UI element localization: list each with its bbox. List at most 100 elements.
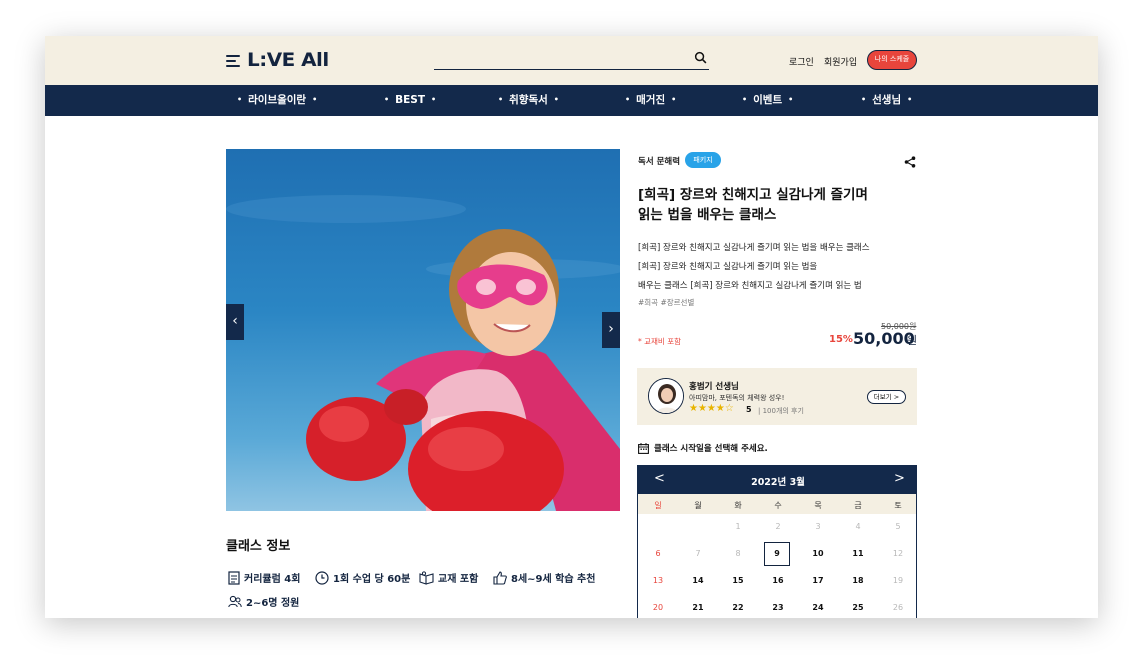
calendar-day: 1	[735, 522, 741, 531]
calendar-day[interactable]: 25	[838, 603, 878, 612]
weekday-label: 토	[894, 501, 902, 510]
calendar-day[interactable]: 24	[798, 603, 838, 612]
next-image-button[interactable]: ›	[602, 312, 620, 348]
sale-price: 50,000	[853, 329, 915, 348]
product-title-line1: [희곡] 장르와 친해지고 실감나게 즐기며	[638, 187, 868, 203]
class-info-book: 교재 포함	[419, 570, 478, 585]
calendar-day: 8	[735, 549, 741, 558]
calendar-day: 6	[655, 549, 661, 558]
currency-label: 원	[907, 334, 918, 347]
nav-item-best[interactable]: • BEST •	[378, 85, 442, 116]
product-title: [희곡] 장르와 친해지고 실감나게 즐기며 읽는 법을 배우는 클래스	[638, 185, 918, 225]
calendar-day[interactable]: 10	[798, 549, 838, 558]
nav-item-about[interactable]: • 라이브올이란 •	[231, 85, 323, 116]
discount-rate: 15%	[829, 334, 853, 345]
description-line1: [희곡] 장르와 친해지고 실감나게 즐기며 읽는 법을 배우는 클래스	[638, 243, 870, 253]
nav-item-teacher[interactable]: • 선생님 •	[855, 85, 918, 116]
calendar-day: 20	[652, 603, 664, 612]
tags: #희곡 #장르선별	[638, 298, 695, 307]
class-info-age: 8세~9세 학습 추천	[493, 570, 595, 585]
menu-icon[interactable]	[226, 54, 240, 68]
class-info-title: 클래스 정보	[226, 539, 291, 554]
search-icon[interactable]	[694, 51, 707, 64]
calendar-day[interactable]: 16	[758, 576, 798, 585]
calendar-icon	[638, 442, 649, 454]
start-date-hint-text: 클래스 시작일을 선택해 주세요.	[654, 444, 768, 454]
calendar-day: 3	[815, 522, 821, 531]
calendar-day-selected[interactable]: 9	[764, 542, 790, 566]
logo[interactable]: L:VE All	[247, 49, 329, 71]
calendar-day[interactable]: 23	[758, 603, 798, 612]
main-nav: • 라이브올이란 • • BEST • • 취향독서 • • 매거진 • • 이벤트 • • 선생님 •	[45, 85, 1098, 116]
class-info-duration: 1회 수업 당 60분	[315, 570, 410, 585]
calendar-header: < 2022년 3월 >	[638, 466, 916, 494]
weekday-row: 일월화수목금토	[638, 494, 916, 514]
capacity-text: 2~6명 정원	[246, 598, 300, 609]
review-count[interactable]: | 100개의 후기	[758, 406, 804, 416]
nav-item-event[interactable]: • 이벤트 •	[736, 85, 799, 116]
users-icon	[228, 595, 242, 608]
calendar-day: 2	[775, 522, 781, 531]
package-badge: 패키지	[685, 152, 721, 168]
calendar-day: 26	[892, 603, 904, 612]
weekday-label: 화	[734, 501, 742, 510]
calendar-day[interactable]: 18	[838, 576, 878, 585]
weekday-label: 월	[694, 501, 702, 510]
teacher-subtitle: 아띠맘마, 포텐독의 체력왕 성우!	[689, 394, 785, 402]
clock-icon	[315, 570, 329, 585]
teacher-avatar[interactable]	[648, 378, 684, 414]
description-line2: [희곡] 장르와 친해지고 실감나게 즐기며 읽는 법을	[638, 262, 818, 272]
calendar-day[interactable]: 22	[718, 603, 758, 612]
calendar-day: 5	[895, 522, 901, 531]
age-text: 8세~9세 학습 추천	[511, 574, 596, 585]
curriculum-text: 커리큘럼 4회	[244, 574, 301, 585]
rating-score: 5	[746, 405, 752, 414]
signup-link[interactable]: 회원가입	[824, 55, 857, 68]
class-info-capacity: 2~6명 정원	[228, 594, 299, 609]
teacher-card: 홍범기 선생님 아띠맘마, 포텐독의 체력왕 성우! ★★★★☆ 5 | 100…	[637, 368, 917, 425]
calendar-day: 4	[855, 522, 861, 531]
prev-image-button[interactable]: ‹	[226, 304, 244, 340]
calendar: < 2022년 3월 > 일월화수목금토 1 2 3 4 5 6 7 8 9 10 11 12 13 14…	[637, 465, 917, 618]
calendar-day[interactable]: 15	[718, 576, 758, 585]
calendar-day: 12	[892, 549, 904, 558]
calendar-day[interactable]: 14	[678, 576, 718, 585]
start-date-hint: 클래스 시작일을 선택해 주세요.	[638, 442, 768, 454]
thumbs-up-icon	[493, 570, 507, 585]
book-text: 교재 포함	[438, 574, 479, 585]
weekday-label: 일	[654, 501, 662, 510]
calendar-day: 13	[652, 576, 664, 585]
login-link[interactable]: 로그인	[789, 55, 814, 68]
browser-frame: L:VE All 로그인 회원가입 나의 스케줄 • 라이브올이란 • • BEST •…	[45, 36, 1098, 618]
top-bar: L:VE All 로그인 회원가입 나의 스케줄	[45, 36, 1098, 85]
nav-item-magazine[interactable]: • 매거진 •	[619, 85, 682, 116]
category-label: 독서 문해력	[638, 157, 681, 167]
calendar-day: 7	[695, 549, 701, 558]
duration-text: 1회 수업 당 60분	[333, 574, 411, 585]
more-button[interactable]: 더보기 >	[867, 390, 906, 404]
search-input[interactable]	[434, 50, 684, 70]
book-icon	[419, 570, 434, 585]
next-month-button[interactable]: >	[894, 471, 905, 486]
calendar-day[interactable]: 21	[678, 603, 718, 612]
weekday-label: 목	[814, 501, 822, 510]
weekday-label: 금	[854, 501, 862, 510]
weekday-label: 수	[774, 501, 782, 510]
calendar-month: 2022년 3월	[751, 477, 805, 488]
class-image: ‹ ›	[226, 149, 620, 511]
class-info-curriculum: 커리큘럼 4회	[228, 570, 300, 585]
share-icon[interactable]	[904, 156, 916, 168]
calendar-day: 19	[892, 576, 904, 585]
kid-superhero-illustration	[226, 195, 620, 511]
teacher-name: 홍범기 선생님	[689, 382, 739, 392]
my-schedule-button[interactable]: 나의 스케줄	[867, 50, 917, 70]
description-line3: 배우는 클래스 [희곡] 장르와 친해지고 실감나게 즐기며 읽는 법	[638, 281, 862, 291]
calendar-day[interactable]: 17	[798, 576, 838, 585]
product-title-line2: 읽는 법을 배우는 클래스	[638, 207, 777, 223]
calendar-day[interactable]: 11	[838, 549, 878, 558]
search-bar[interactable]	[434, 48, 709, 70]
rating-stars: ★★★★☆	[689, 403, 734, 414]
textbook-note: * 교재비 포함	[638, 337, 682, 346]
nav-item-reading[interactable]: • 취향독서 •	[492, 85, 565, 116]
document-icon	[228, 570, 240, 585]
